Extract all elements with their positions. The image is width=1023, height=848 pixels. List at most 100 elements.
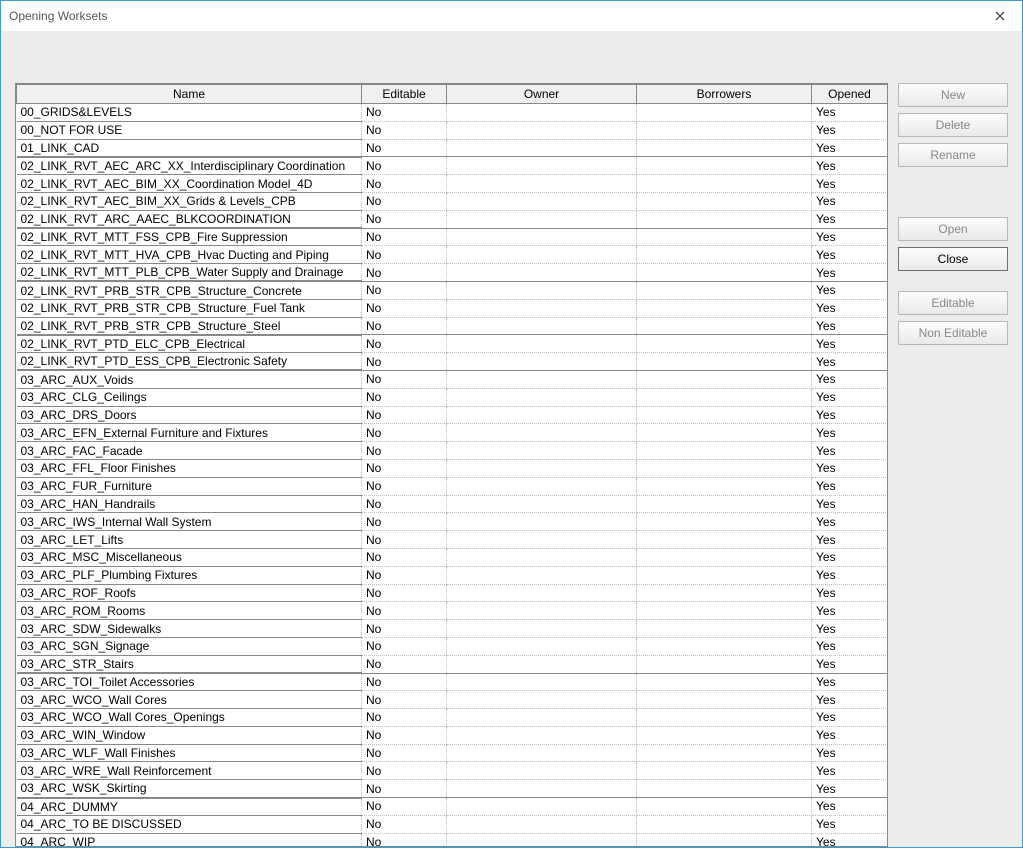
cell-owner[interactable]: [447, 175, 637, 193]
cell-owner[interactable]: [447, 673, 637, 691]
cell-opened[interactable]: Yes: [812, 584, 888, 602]
noneditable-button[interactable]: Non Editable: [898, 321, 1008, 345]
cell-name[interactable]: 03_ARC_FFL_Floor Finishes: [17, 459, 362, 477]
cell-editable[interactable]: No: [362, 548, 447, 566]
cell-borrowers[interactable]: [637, 370, 812, 388]
cell-name[interactable]: 02_LINK_RVT_PTD_ELC_CPB_Electrical: [17, 335, 362, 353]
cell-name[interactable]: 00_NOT FOR USE: [17, 121, 362, 139]
cell-name[interactable]: 03_ARC_STR_Stairs: [17, 655, 362, 673]
col-header-opened[interactable]: Opened: [812, 85, 888, 104]
cell-opened[interactable]: Yes: [812, 637, 888, 655]
cell-owner[interactable]: [447, 513, 637, 531]
cell-owner[interactable]: [447, 228, 637, 246]
table-row[interactable]: 03_ARC_WRE_Wall ReinforcementNoYes: [17, 762, 888, 780]
cell-owner[interactable]: [447, 495, 637, 513]
cell-editable[interactable]: No: [362, 566, 447, 584]
cell-name[interactable]: 03_ARC_WCO_Wall Cores: [17, 691, 362, 709]
cell-opened[interactable]: Yes: [812, 424, 888, 442]
cell-borrowers[interactable]: [637, 620, 812, 638]
cell-borrowers[interactable]: [637, 477, 812, 495]
cell-editable[interactable]: No: [362, 513, 447, 531]
cell-borrowers[interactable]: [637, 815, 812, 833]
cell-editable[interactable]: No: [362, 691, 447, 709]
cell-name[interactable]: 02_LINK_RVT_AEC_ARC_XX_Interdisciplinary…: [17, 157, 362, 175]
cell-owner[interactable]: [447, 477, 637, 495]
cell-opened[interactable]: Yes: [812, 388, 888, 406]
cell-owner[interactable]: [447, 424, 637, 442]
cell-name[interactable]: 02_LINK_RVT_PRB_STR_CPB_Structure_Concre…: [17, 281, 362, 299]
table-row[interactable]: 02_LINK_RVT_AEC_BIM_XX_Coordination Mode…: [17, 175, 888, 193]
cell-owner[interactable]: [447, 726, 637, 744]
cell-name[interactable]: 03_ARC_MSC_Miscellaneous: [17, 548, 362, 566]
cell-owner[interactable]: [447, 459, 637, 477]
cell-editable[interactable]: No: [362, 815, 447, 833]
cell-name[interactable]: 03_ARC_EFN_External Furniture and Fixtur…: [17, 424, 362, 442]
cell-borrowers[interactable]: [637, 281, 812, 299]
cell-name[interactable]: 03_ARC_HAN_Handrails: [17, 495, 362, 513]
cell-opened[interactable]: Yes: [812, 691, 888, 709]
cell-name[interactable]: 02_LINK_RVT_MTT_HVA_CPB_Hvac Ducting and…: [17, 246, 362, 264]
cell-opened[interactable]: Yes: [812, 833, 888, 847]
cell-opened[interactable]: Yes: [812, 104, 888, 122]
cell-editable[interactable]: No: [362, 121, 447, 139]
table-row[interactable]: 02_LINK_RVT_ARC_AAEC_BLKCOORDINATIONNoYe…: [17, 210, 888, 228]
cell-borrowers[interactable]: [637, 104, 812, 122]
cell-borrowers[interactable]: [637, 655, 812, 673]
cell-owner[interactable]: [447, 691, 637, 709]
cell-borrowers[interactable]: [637, 637, 812, 655]
cell-name[interactable]: 03_ARC_ROF_Roofs: [17, 584, 362, 602]
cell-editable[interactable]: No: [362, 353, 447, 371]
cell-editable[interactable]: No: [362, 139, 447, 157]
cell-owner[interactable]: [447, 620, 637, 638]
cell-opened[interactable]: Yes: [812, 192, 888, 210]
cell-owner[interactable]: [447, 299, 637, 317]
cell-editable[interactable]: No: [362, 780, 447, 798]
cell-opened[interactable]: Yes: [812, 655, 888, 673]
cell-editable[interactable]: No: [362, 104, 447, 122]
cell-borrowers[interactable]: [637, 602, 812, 620]
cell-opened[interactable]: Yes: [812, 726, 888, 744]
cell-name[interactable]: 03_ARC_PLF_Plumbing Fixtures: [17, 566, 362, 584]
table-row[interactable]: 04_ARC_TO BE DISCUSSEDNoYes: [17, 815, 888, 833]
cell-name[interactable]: 02_LINK_RVT_PTD_ESS_CPB_Electronic Safet…: [17, 353, 362, 371]
cell-borrowers[interactable]: [637, 709, 812, 727]
table-row[interactable]: 01_LINK_CADNoYes: [17, 139, 888, 157]
cell-editable[interactable]: No: [362, 442, 447, 460]
cell-borrowers[interactable]: [637, 353, 812, 371]
table-row[interactable]: 00_NOT FOR USENoYes: [17, 121, 888, 139]
cell-name[interactable]: 03_ARC_SDW_Sidewalks: [17, 620, 362, 638]
table-row[interactable]: 02_LINK_RVT_PRB_STR_CPB_Structure_Concre…: [17, 281, 888, 299]
cell-name[interactable]: 03_ARC_CLG_Ceilings: [17, 388, 362, 406]
rename-button[interactable]: Rename: [898, 143, 1008, 167]
table-row[interactable]: 03_ARC_AUX_VoidsNoYes: [17, 370, 888, 388]
cell-opened[interactable]: Yes: [812, 709, 888, 727]
cell-owner[interactable]: [447, 602, 637, 620]
cell-borrowers[interactable]: [637, 388, 812, 406]
table-row[interactable]: 03_ARC_FAC_FacadeNoYes: [17, 442, 888, 460]
cell-name[interactable]: 03_ARC_IWS_Internal Wall System: [17, 513, 362, 531]
cell-owner[interactable]: [447, 637, 637, 655]
cell-borrowers[interactable]: [637, 531, 812, 549]
cell-opened[interactable]: Yes: [812, 406, 888, 424]
cell-opened[interactable]: Yes: [812, 139, 888, 157]
cell-name[interactable]: 03_ARC_FAC_Facade: [17, 442, 362, 460]
cell-name[interactable]: 04_ARC_WIP: [17, 833, 362, 847]
cell-owner[interactable]: [447, 815, 637, 833]
cell-owner[interactable]: [447, 762, 637, 780]
cell-opened[interactable]: Yes: [812, 370, 888, 388]
cell-editable[interactable]: No: [362, 673, 447, 691]
cell-editable[interactable]: No: [362, 157, 447, 175]
cell-owner[interactable]: [447, 388, 637, 406]
cell-owner[interactable]: [447, 709, 637, 727]
cell-name[interactable]: 02_LINK_RVT_AEC_BIM_XX_Coordination Mode…: [17, 175, 362, 193]
table-row[interactable]: 03_ARC_STR_StairsNoYes: [17, 655, 888, 673]
table-row[interactable]: 02_LINK_RVT_PRB_STR_CPB_Structure_Fuel T…: [17, 299, 888, 317]
cell-opened[interactable]: Yes: [812, 602, 888, 620]
cell-opened[interactable]: Yes: [812, 548, 888, 566]
table-row[interactable]: 03_ARC_ROF_RoofsNoYes: [17, 584, 888, 602]
cell-editable[interactable]: No: [362, 388, 447, 406]
cell-opened[interactable]: Yes: [812, 762, 888, 780]
cell-borrowers[interactable]: [637, 780, 812, 798]
cell-editable[interactable]: No: [362, 495, 447, 513]
cell-owner[interactable]: [447, 531, 637, 549]
